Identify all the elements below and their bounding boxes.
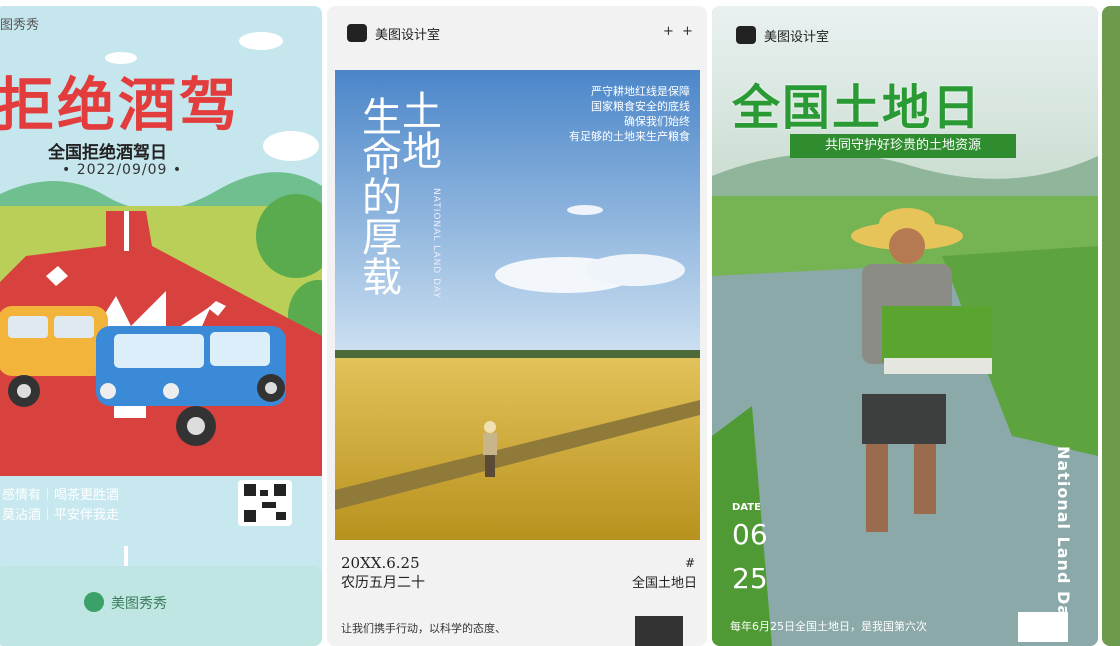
poster-card-land-day-farmer[interactable]: 美图设计室 全国土地日 共同守护好珍贵的土地资源 DATE 06 25 Nati… xyxy=(712,6,1098,646)
poem-line: 严守耕地红线是保障 xyxy=(591,85,690,98)
poster-headline: 拒绝酒驾 xyxy=(0,71,241,139)
slogan-line-1: 感情有｜喝茶更胜酒 xyxy=(2,488,120,503)
poem-line: 确保我们始终 xyxy=(624,115,690,128)
hash-mark: # xyxy=(684,556,695,570)
lunar-date: 农历五月二十 xyxy=(341,575,425,591)
poster-card-land-day-wheat[interactable]: 美图设计室 + + 生命的厚载 土地 NATIONAL LAND DAY 严守耕… xyxy=(327,6,707,646)
brand-label: 美图设计室 xyxy=(764,30,830,45)
poster-headline-col2: 土地 xyxy=(395,90,441,170)
poster-headline: 全国土地日 xyxy=(732,80,983,136)
date-label: DATE xyxy=(732,502,761,513)
poem-text: 严守耕地红线是保障 国家粮食安全的底线 确保我们始终 有足够的土地来生产粮食 xyxy=(569,84,690,144)
qr-code xyxy=(238,480,292,526)
poem-line: 国家粮食安全的底线 xyxy=(591,100,690,113)
poster-photo: 生命的厚载 土地 NATIONAL LAND DAY 严守耕地红线是保障 国家粮… xyxy=(335,70,700,540)
poster-date: 20XX.6.25 xyxy=(341,554,420,572)
qr-code-icon xyxy=(244,484,286,522)
meitu-design-logo-icon xyxy=(347,24,367,42)
poem-line: 有足够的土地来生产粮食 xyxy=(569,130,690,143)
event-name: 全国土地日 xyxy=(631,576,697,591)
brand-label: 图秀秀 xyxy=(0,18,40,33)
date-day: 25 xyxy=(732,562,768,595)
poster-card-partial[interactable] xyxy=(1102,6,1120,646)
english-caption: NATIONAL LAND DAY xyxy=(431,188,441,299)
meitu-logo-icon xyxy=(84,592,104,612)
date-month: 06 xyxy=(732,518,768,551)
english-caption: National Land Day xyxy=(1054,446,1073,628)
slogan-line-2: 莫沾酒｜平安伴我走 xyxy=(2,508,120,523)
poster-subtitle: 全国拒绝酒驾日 xyxy=(48,143,167,163)
brand-label: 美图设计室 xyxy=(375,28,441,43)
poster-banner: 共同守护好珍贵的土地资源 xyxy=(790,134,1016,158)
poster-card-meitu-xiuxiu[interactable]: 美图秀秀 xyxy=(0,566,322,646)
body-text: 让我们携手行动，以科学的态度、 xyxy=(341,622,506,635)
qr-code-icon xyxy=(635,616,683,646)
body-text: 每年6月25日全国土地日，是我国第六次 xyxy=(730,620,927,633)
poster-card-drunk-driving[interactable]: 图秀秀 拒绝酒驾 全国拒绝酒驾日 • 2022/09/09 • 感情有｜喝茶更胜… xyxy=(0,6,322,646)
meitu-design-logo-icon xyxy=(736,26,756,44)
qr-code-icon xyxy=(1018,612,1068,642)
poster-date: • 2022/09/09 • xyxy=(62,162,183,178)
more-icon[interactable]: + + xyxy=(663,24,695,39)
brand-label: 美图秀秀 xyxy=(111,596,167,612)
